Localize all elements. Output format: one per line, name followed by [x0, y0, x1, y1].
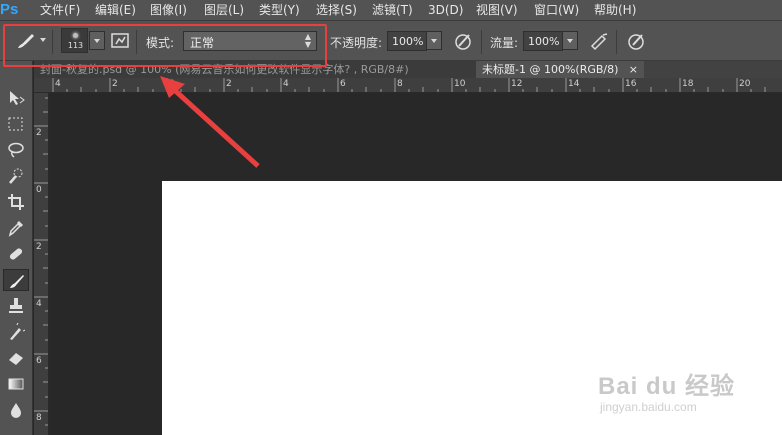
- ruler-tick-label: 16: [625, 79, 637, 89]
- ruler-tick-label: 2: [112, 79, 118, 89]
- ruler-tick-label: 8: [36, 413, 42, 423]
- ruler-tick-label: 0: [169, 79, 175, 89]
- ruler-tick-label: 4: [283, 79, 289, 89]
- flow-dropdown[interactable]: [562, 31, 578, 50]
- opacity-dropdown[interactable]: [426, 31, 442, 50]
- ruler-tick-label: 6: [340, 79, 346, 89]
- crop-tool[interactable]: [3, 191, 29, 213]
- eyedropper-tool[interactable]: [3, 217, 29, 239]
- menu-window[interactable]: 窗口(W): [534, 0, 579, 20]
- baidu-watermark-logo: Bai du 经验: [598, 373, 736, 400]
- ruler-tick-label: 8: [397, 79, 403, 89]
- gradient-icon: [8, 378, 24, 390]
- history-brush-tool[interactable]: [3, 321, 29, 343]
- flow-input[interactable]: 100%: [523, 31, 563, 51]
- chevron-down-icon: [431, 39, 437, 43]
- photoshop-logo: Ps: [0, 1, 19, 18]
- blur-tool[interactable]: [3, 399, 29, 421]
- menu-image[interactable]: 图像(I): [150, 0, 187, 20]
- move-icon: [10, 91, 25, 105]
- pen-pressure-size-icon: [628, 34, 644, 50]
- ruler-tick-label: 2: [226, 79, 232, 89]
- gradient-tool[interactable]: [3, 373, 29, 395]
- options-separator: [481, 30, 482, 54]
- flow-label: 流量:: [490, 36, 519, 50]
- ruler-ticks: [34, 97, 48, 426]
- eyedropper-icon: [8, 221, 23, 237]
- history-brush-icon: [10, 323, 25, 340]
- ruler-tick-label: 2: [36, 128, 42, 138]
- ruler-tick-label: 10: [454, 79, 466, 89]
- tab-title: 未标题-1 @ 100%(RGB/8): [482, 63, 619, 76]
- menu-file[interactable]: 文件(F): [40, 0, 80, 20]
- ruler-ticks: [52, 78, 766, 92]
- ruler-tick-label: 12: [511, 79, 523, 89]
- move-tool[interactable]: [3, 87, 29, 109]
- document-tab-active[interactable]: 未标题-1 @ 100%(RGB/8) ×: [476, 61, 644, 78]
- brush-icon: [10, 275, 24, 288]
- close-icon[interactable]: ×: [629, 61, 638, 78]
- menu-view[interactable]: 视图(V): [476, 0, 518, 20]
- eraser-tool[interactable]: [3, 347, 29, 369]
- vertical-ruler[interactable]: 2 0 2 4 6 8: [34, 93, 49, 435]
- ruler-tick-label: 0: [36, 185, 42, 195]
- bandage-icon: [9, 248, 23, 260]
- ruler-tick-label: 14: [568, 79, 580, 89]
- tools-panel: [0, 61, 33, 435]
- menu-type[interactable]: 类型(Y): [259, 0, 300, 20]
- crop-icon: [8, 194, 24, 210]
- ruler-tick-label: 2: [36, 242, 42, 252]
- menu-layer[interactable]: 图层(L): [204, 0, 244, 20]
- ruler-tick-label: 18: [682, 79, 694, 89]
- annotation-highlight-box: [3, 24, 327, 67]
- brush-tool[interactable]: [3, 269, 29, 291]
- menu-filter[interactable]: 滤镜(T): [372, 0, 413, 20]
- menu-edit[interactable]: 编辑(E): [95, 0, 136, 20]
- ruler-tick-label: 6: [36, 356, 42, 366]
- drop-icon: [11, 403, 21, 418]
- options-separator: [616, 30, 617, 54]
- menu-bar: Ps 文件(F) 编辑(E) 图像(I) 图层(L) 类型(Y) 选择(S) 滤…: [0, 0, 782, 20]
- lasso-tool[interactable]: [3, 139, 29, 161]
- airbrush-icon: [590, 33, 608, 51]
- ruler-tick-label: 4: [36, 299, 42, 309]
- quick-selection-tool[interactable]: [3, 165, 29, 187]
- baidu-watermark-url: jingyan.baidu.com: [600, 400, 697, 414]
- stamp-icon: [9, 298, 23, 313]
- menu-3d[interactable]: 3D(D): [428, 0, 463, 20]
- flow-value: 100%: [528, 35, 560, 48]
- airbrush-toggle[interactable]: [588, 31, 610, 51]
- healing-brush-tool[interactable]: [3, 243, 29, 265]
- menu-help[interactable]: 帮助(H): [594, 0, 636, 20]
- opacity-value: 100%: [392, 35, 424, 48]
- pen-pressure-icon: [455, 34, 471, 50]
- opacity-label: 不透明度:: [330, 36, 383, 50]
- pressure-opacity-toggle[interactable]: [453, 31, 475, 51]
- clone-stamp-tool[interactable]: [3, 295, 29, 317]
- eraser-icon: [9, 353, 23, 365]
- ruler-tick-label: 20: [739, 79, 751, 89]
- ruler-tick-label: 4: [55, 79, 61, 89]
- chevron-down-icon: [567, 39, 573, 43]
- opacity-input[interactable]: 100%: [387, 31, 427, 51]
- menu-select[interactable]: 选择(S): [316, 0, 357, 20]
- rectangle-marquee-icon: [8, 117, 23, 131]
- lasso-icon: [8, 142, 24, 158]
- quick-selection-icon: [9, 168, 23, 184]
- pressure-size-toggle[interactable]: [626, 31, 648, 51]
- marquee-tool[interactable]: [3, 113, 29, 135]
- horizontal-ruler[interactable]: 4 2 0 2 4 6 8 10 12 14 16 18 20: [34, 78, 782, 93]
